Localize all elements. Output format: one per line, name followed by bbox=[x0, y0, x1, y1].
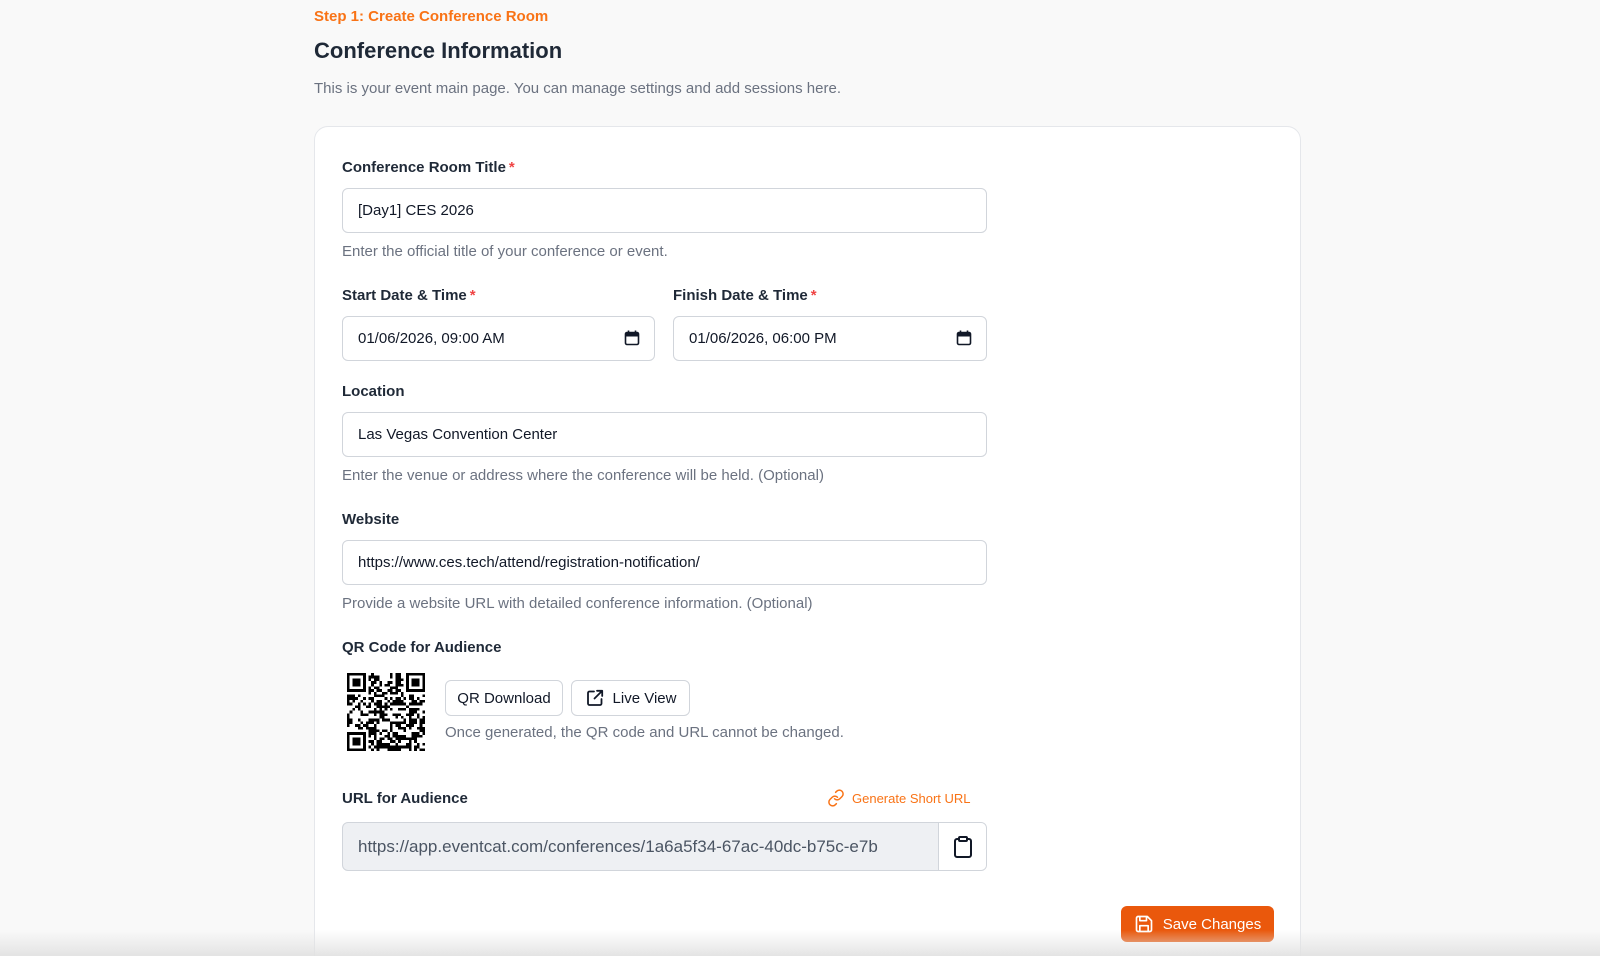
external-link-icon bbox=[586, 689, 603, 706]
copy-url-button[interactable] bbox=[938, 823, 986, 870]
page: Step 1: Create Conference Room Conferenc… bbox=[0, 0, 1600, 956]
title-input[interactable]: [Day1] CES 2026 bbox=[342, 188, 987, 233]
qr-section-label: QR Code for Audience bbox=[342, 639, 502, 656]
website-input-value: https://www.ces.tech/attend/registration… bbox=[358, 554, 700, 571]
start-datetime-input[interactable]: 01/06/2026, 09:00 AM bbox=[342, 316, 655, 361]
page-title: Conference Information bbox=[314, 38, 563, 63]
audience-url-label: URL for Audience bbox=[342, 790, 468, 807]
audience-url-value: https://app.eventcat.com/conferences/1a6… bbox=[358, 836, 878, 856]
qr-download-label: QR Download bbox=[457, 689, 551, 707]
generate-short-url-label: Generate Short URL bbox=[852, 790, 971, 806]
required-mark: * bbox=[508, 159, 515, 176]
finish-datetime-input[interactable]: 01/06/2026, 06:00 PM bbox=[673, 316, 987, 361]
save-changes-label: Save Changes bbox=[1162, 915, 1262, 933]
calendar-icon[interactable] bbox=[624, 330, 640, 346]
qr-download-button[interactable]: QR Download bbox=[445, 680, 563, 716]
start-datetime-value: 01/06/2026, 09:00 AM bbox=[358, 330, 505, 347]
save-changes-button[interactable]: Save Changes bbox=[1121, 906, 1274, 942]
location-input-value: Las Vegas Convention Center bbox=[358, 426, 558, 443]
start-label-text: Start Date & Time bbox=[342, 287, 467, 304]
start-date-label: Start Date & Time * bbox=[342, 287, 476, 304]
calendar-icon[interactable] bbox=[956, 330, 972, 346]
audience-url-field[interactable]: https://app.eventcat.com/conferences/1a6… bbox=[342, 822, 987, 871]
live-view-button[interactable]: Live View bbox=[571, 680, 690, 716]
generate-short-url-link[interactable]: Generate Short URL bbox=[827, 789, 971, 807]
save-icon bbox=[1135, 915, 1153, 933]
website-label: Website bbox=[342, 511, 400, 528]
link-icon bbox=[828, 789, 844, 807]
title-help-text: Enter the official title of your confere… bbox=[342, 243, 668, 260]
title-label-text: Conference Room Title bbox=[342, 159, 506, 176]
location-label: Location bbox=[342, 383, 405, 400]
clipboard-icon bbox=[953, 835, 972, 858]
location-input[interactable]: Las Vegas Convention Center bbox=[342, 412, 987, 457]
live-view-label: Live View bbox=[612, 689, 677, 707]
qr-note-text: Once generated, the QR code and URL cann… bbox=[445, 724, 844, 741]
title-input-value: [Day1] CES 2026 bbox=[358, 202, 474, 219]
step-indicator: Step 1: Create Conference Room bbox=[314, 8, 549, 25]
finish-date-label: Finish Date & Time * bbox=[673, 287, 817, 304]
page-subtitle: This is your event main page. You can ma… bbox=[314, 80, 841, 97]
finish-label-text: Finish Date & Time bbox=[673, 287, 808, 304]
qr-code-image bbox=[347, 673, 425, 751]
website-input[interactable]: https://www.ces.tech/attend/registration… bbox=[342, 540, 987, 585]
website-help-text: Provide a website URL with detailed conf… bbox=[342, 595, 813, 612]
required-mark: * bbox=[469, 287, 476, 304]
location-help-text: Enter the venue or address where the con… bbox=[342, 467, 824, 484]
required-mark: * bbox=[810, 287, 817, 304]
finish-datetime-value: 01/06/2026, 06:00 PM bbox=[689, 330, 837, 347]
title-field-label: Conference Room Title * bbox=[342, 159, 515, 176]
